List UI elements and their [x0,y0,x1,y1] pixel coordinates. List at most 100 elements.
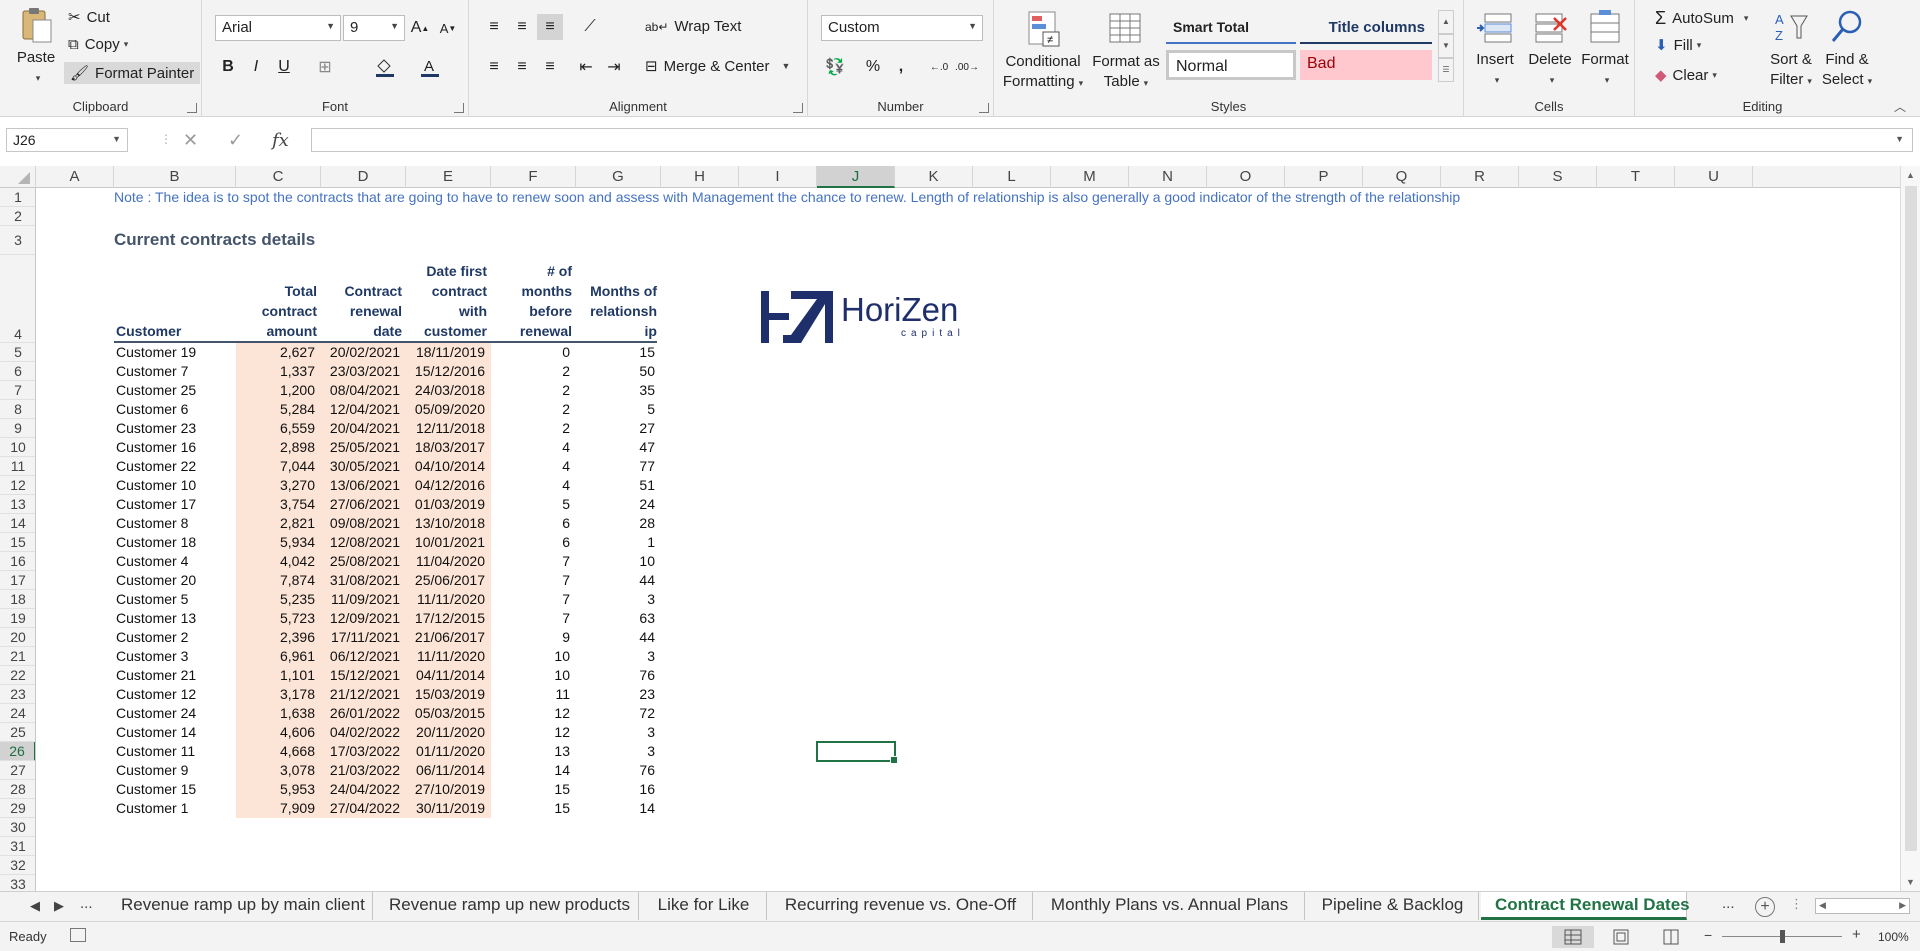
increase-indent-button[interactable]: ⇥ [601,54,627,80]
insert-function-button[interactable]: fx [272,130,289,151]
italic-button[interactable]: I [243,54,269,80]
months-before-renewal-cell[interactable]: 10 [491,666,570,685]
merge-center-button[interactable]: ⊟ Merge & Center ▼ [645,57,790,76]
customer-cell[interactable]: Customer 17 [116,495,234,514]
first-contract-date-cell[interactable]: 01/03/2019 [406,495,485,514]
percent-style-button[interactable]: % [860,54,886,80]
column-header-i[interactable]: I [739,166,817,188]
amount-cell[interactable]: 4,606 [236,723,315,742]
normal-view-button[interactable] [1552,926,1594,948]
align-left-button[interactable]: ≡ [481,54,507,80]
decrease-font-size-button[interactable]: A ▼ [435,15,461,41]
underline-button[interactable]: U [271,54,297,80]
first-contract-date-cell[interactable]: 13/10/2018 [406,514,485,533]
sheet-tab-monthly-plans-vs-annual-plans[interactable]: Monthly Plans vs. Annual Plans [1035,892,1305,920]
months-relationship-cell[interactable]: 44 [576,628,655,647]
first-contract-date-cell[interactable]: 05/03/2015 [406,704,485,723]
first-contract-date-cell[interactable]: 04/12/2016 [406,476,485,495]
column-header-j[interactable]: J [817,166,895,188]
months-relationship-cell[interactable]: 35 [576,381,655,400]
name-box[interactable]: J26 ▼ [6,128,128,152]
column-header-c[interactable]: C [236,166,321,188]
customer-cell[interactable]: Customer 2 [116,628,234,647]
months-relationship-cell[interactable]: 1 [576,533,655,552]
first-contract-date-cell[interactable]: 17/12/2015 [406,609,485,628]
column-header-u[interactable]: U [1675,166,1753,188]
column-header-b[interactable]: B [114,166,236,188]
formula-input[interactable]: ▼ [311,128,1913,152]
row-header-8[interactable]: 8 [0,400,35,419]
format-as-table-button[interactable]: Format as Table ▾ [1090,10,1162,93]
row-header-27[interactable]: 27 [0,761,35,780]
collapse-ribbon-icon[interactable]: ︿ [1894,98,1906,115]
column-header-l[interactable]: L [973,166,1051,188]
amount-cell[interactable]: 1,200 [236,381,315,400]
first-contract-date-cell[interactable]: 04/10/2014 [406,457,485,476]
months-before-renewal-cell[interactable]: 4 [491,457,570,476]
add-sheet-icon[interactable]: + [1755,897,1775,917]
first-contract-date-cell[interactable]: 30/11/2019 [406,799,485,818]
column-header-a[interactable]: A [36,166,114,188]
borders-button[interactable]: ⊞ [312,54,338,80]
row-header-33[interactable]: 33 [0,875,35,891]
sheet-tab-pipeline-backlog[interactable]: Pipeline & Backlog [1307,892,1479,920]
amount-cell[interactable]: 3,270 [236,476,315,495]
months-before-renewal-cell[interactable]: 2 [491,362,570,381]
amount-cell[interactable]: 3,754 [236,495,315,514]
renewal-date-cell[interactable]: 13/06/2021 [321,476,400,495]
accounting-format-button[interactable]: 💱 [822,54,848,80]
alignment-launcher-icon[interactable] [793,103,803,113]
first-contract-date-cell[interactable]: 25/06/2017 [406,571,485,590]
months-relationship-cell[interactable]: 44 [576,571,655,590]
row-header-26[interactable]: 26 [0,742,35,761]
months-relationship-cell[interactable]: 3 [576,590,655,609]
months-before-renewal-cell[interactable]: 2 [491,381,570,400]
renewal-date-cell[interactable]: 06/12/2021 [321,647,400,666]
amount-cell[interactable]: 7,044 [236,457,315,476]
renewal-date-cell[interactable]: 25/08/2021 [321,552,400,571]
row-header-12[interactable]: 12 [0,476,35,495]
months-before-renewal-cell[interactable]: 9 [491,628,570,647]
style-title-columns[interactable]: Title columns [1300,14,1432,44]
row-header-4[interactable]: 4 [0,255,35,343]
customer-cell[interactable]: Customer 23 [116,419,234,438]
months-relationship-cell[interactable]: 50 [576,362,655,381]
first-contract-date-cell[interactable]: 10/01/2021 [406,533,485,552]
align-middle-button[interactable]: ≡ [509,14,535,40]
amount-cell[interactable]: 5,235 [236,590,315,609]
months-relationship-cell[interactable]: 27 [576,419,655,438]
months-before-renewal-cell[interactable]: 13 [491,742,570,761]
column-header-q[interactable]: Q [1363,166,1441,188]
cut-button[interactable]: ✂ Cut [68,8,110,27]
align-bottom-button[interactable]: ≡ [537,14,563,40]
months-relationship-cell[interactable]: 15 [576,343,655,362]
customer-cell[interactable]: Customer 5 [116,590,234,609]
first-contract-date-cell[interactable]: 04/11/2014 [406,666,485,685]
months-relationship-cell[interactable]: 3 [576,742,655,761]
column-header-f[interactable]: F [491,166,576,188]
increase-font-size-button[interactable]: A ▲ [407,15,433,41]
amount-cell[interactable]: 5,723 [236,609,315,628]
months-before-renewal-cell[interactable]: 6 [491,533,570,552]
clipboard-launcher-icon[interactable] [187,103,197,113]
sheet-tab-revenue-ramp-up-new-products[interactable]: Revenue ramp up new products [375,892,639,920]
first-contract-date-cell[interactable]: 15/03/2019 [406,685,485,704]
styles-scroll-up-icon[interactable]: ▲ [1438,10,1454,34]
column-header-h[interactable]: H [661,166,739,188]
first-contract-date-cell[interactable]: 12/11/2018 [406,419,485,438]
months-before-renewal-cell[interactable]: 4 [491,476,570,495]
tab-ellipsis[interactable]: ... [80,895,93,912]
font-launcher-icon[interactable] [454,103,464,113]
customer-cell[interactable]: Customer 8 [116,514,234,533]
customer-cell[interactable]: Customer 10 [116,476,234,495]
renewal-date-cell[interactable]: 12/08/2021 [321,533,400,552]
header-renewal[interactable]: Contract renewal date [321,281,402,341]
months-before-renewal-cell[interactable]: 7 [491,571,570,590]
column-header-g[interactable]: G [576,166,661,188]
header-customer[interactable]: Customer [116,321,234,341]
style-bad[interactable]: Bad [1300,50,1432,80]
sheet-tab-recurring-revenue-vs-one-off[interactable]: Recurring revenue vs. One-Off [769,892,1033,920]
customer-cell[interactable]: Customer 24 [116,704,234,723]
customer-cell[interactable]: Customer 14 [116,723,234,742]
months-relationship-cell[interactable]: 72 [576,704,655,723]
